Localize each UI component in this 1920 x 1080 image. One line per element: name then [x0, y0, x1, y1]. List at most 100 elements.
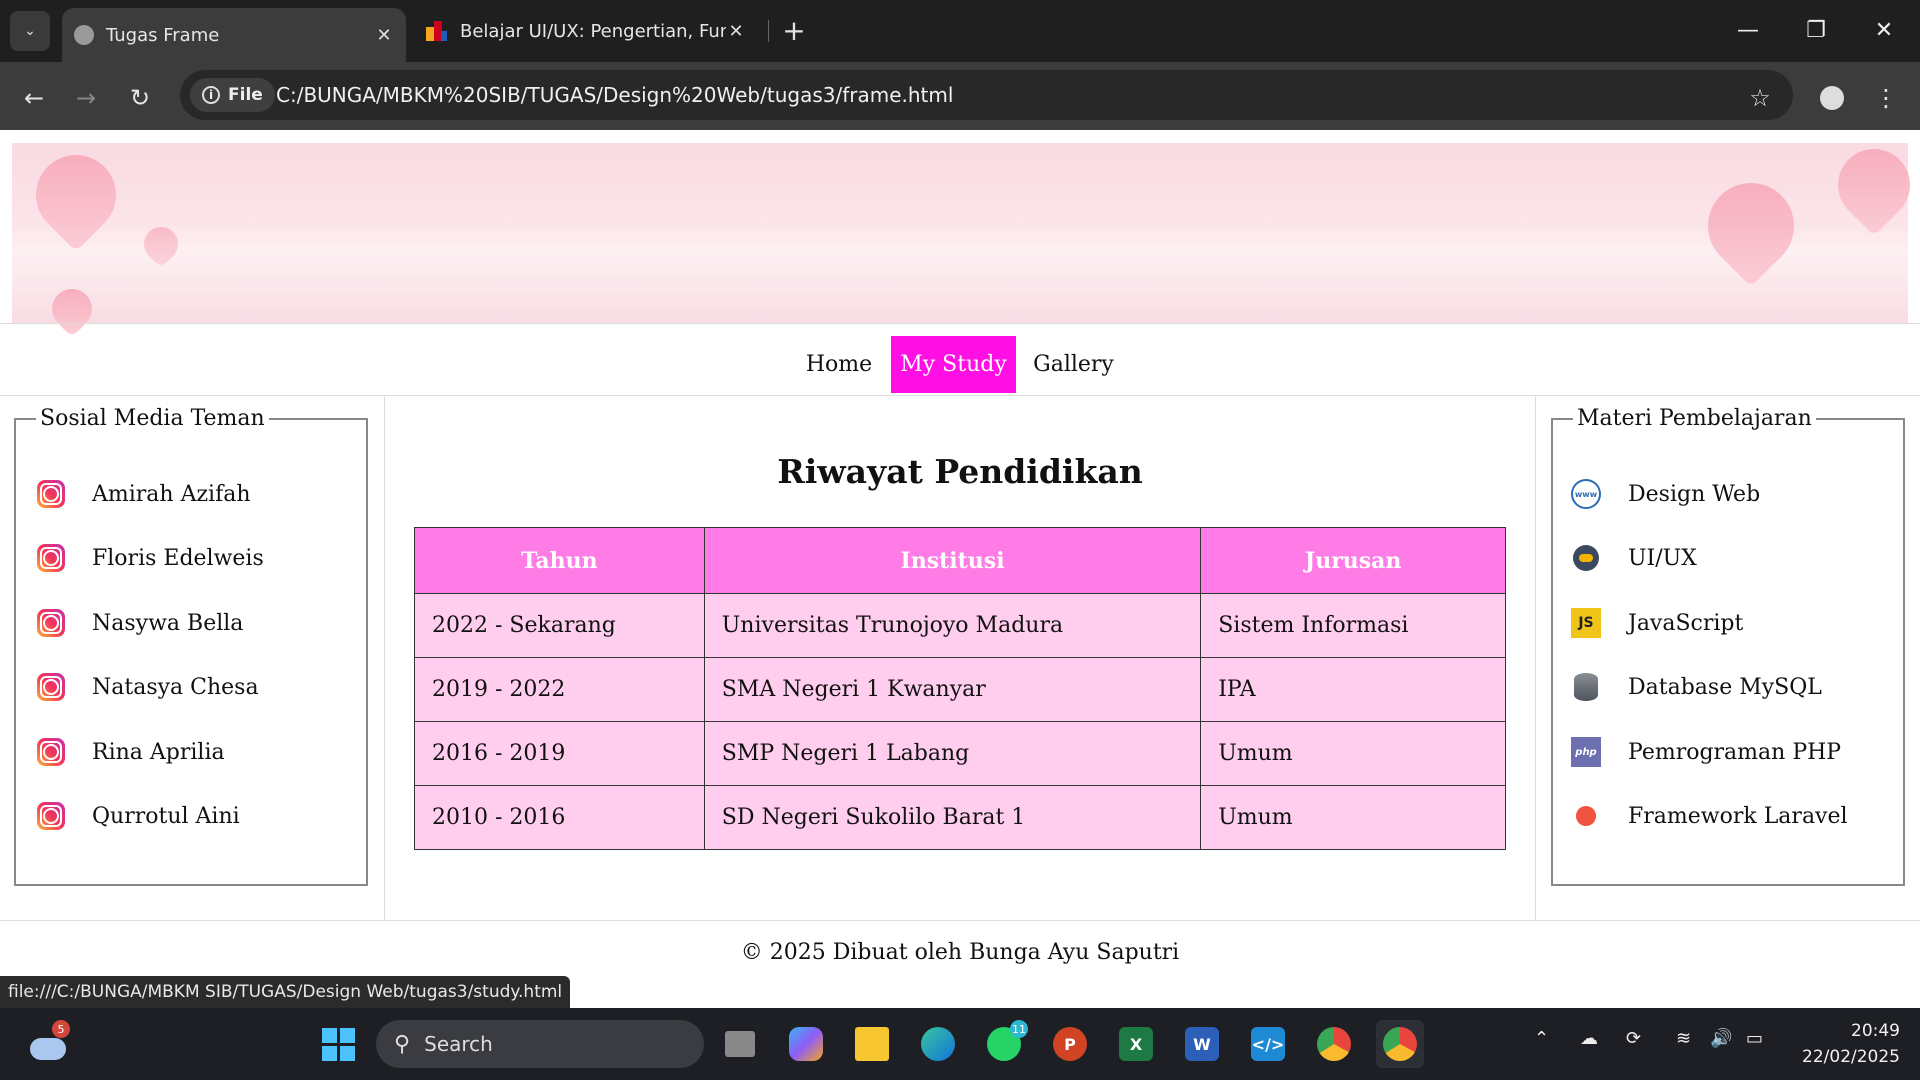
friend-link[interactable]: Amirah Azifah	[37, 474, 251, 514]
material-link[interactable]: JS JavaScript	[1571, 603, 1743, 643]
material-label: Design Web	[1628, 481, 1761, 507]
tab-inactive[interactable]: Belajar UI/UX: Pengertian, Fung ✕	[412, 8, 758, 54]
site-favicon-icon	[424, 19, 448, 43]
php-icon: php	[1571, 737, 1601, 767]
chrome-icon	[1317, 1027, 1351, 1061]
chevron-up-icon[interactable]: ⌃	[1534, 1028, 1549, 1049]
task-view-icon	[725, 1031, 755, 1057]
close-icon: ✕	[1874, 17, 1894, 43]
header-banner	[12, 134, 1920, 338]
heart-decoration	[19, 138, 133, 252]
sync-icon[interactable]: ⟳	[1626, 1028, 1641, 1049]
edge-button[interactable]	[914, 1020, 962, 1068]
task-view-button[interactable]	[716, 1020, 764, 1068]
minimize-icon: —	[1737, 17, 1759, 43]
file-chip-label: File	[228, 85, 263, 105]
friend-link[interactable]: Natasya Chesa	[37, 667, 259, 707]
bookmark-button[interactable]: ☆	[1740, 78, 1780, 118]
vscode-button[interactable]: </>	[1244, 1020, 1292, 1068]
main-nav: Home My Study Gallery	[0, 324, 1920, 396]
whatsapp-button[interactable]: 11	[980, 1020, 1028, 1068]
cell-major: Umum	[1200, 785, 1506, 850]
friend-name: Natasya Chesa	[92, 674, 259, 700]
back-arrow-icon: ←	[23, 84, 45, 112]
table-row: 2022 - Sekarang Universitas Trunojoyo Ma…	[414, 593, 1506, 658]
wifi-icon[interactable]: ≋	[1676, 1028, 1691, 1049]
instagram-icon	[37, 802, 65, 830]
cell-institution: Universitas Trunojoyo Madura	[703, 593, 1202, 658]
reload-button[interactable]: ↻	[120, 78, 160, 118]
weather-widget[interactable]: 5	[24, 1020, 72, 1068]
table-header-row: Tahun Institusi Jurusan	[414, 527, 1506, 594]
friend-name: Rina Aprilia	[92, 739, 225, 765]
material-link[interactable]: www Design Web	[1571, 474, 1760, 514]
education-table: Tahun Institusi Jurusan 2022 - Sekarang …	[414, 527, 1506, 850]
profile-button[interactable]	[1812, 78, 1852, 118]
material-link[interactable]: Framework Laravel	[1571, 796, 1848, 836]
page-title: Riwayat Pendidikan	[777, 452, 1143, 491]
material-link[interactable]: UI/UX	[1571, 538, 1697, 578]
file-explorer-button[interactable]	[848, 1020, 896, 1068]
weather-badge: 5	[52, 1020, 70, 1038]
table-row: 2016 - 2019 SMP Negeri 1 Labang Umum	[414, 721, 1506, 786]
folder-icon	[855, 1027, 889, 1061]
url-text[interactable]: C:/BUNGA/MBKM%20SIB/TUGAS/Design%20Web/t…	[276, 80, 953, 110]
cell-major: IPA	[1200, 657, 1506, 722]
site-info-chip[interactable]: i File	[190, 78, 275, 112]
taskbar-search[interactable]: ⚲ Search	[376, 1020, 704, 1068]
edge-icon	[921, 1027, 955, 1061]
tab-active[interactable]: Tugas Frame ✕	[62, 8, 406, 62]
material-label: UI/UX	[1628, 545, 1697, 571]
copilot-button[interactable]	[782, 1020, 830, 1068]
restore-icon: ❐	[1806, 17, 1826, 43]
word-button[interactable]: W	[1178, 1020, 1226, 1068]
nav-gallery[interactable]: Gallery	[1027, 336, 1120, 393]
cell-major: Umum	[1200, 721, 1506, 786]
weather-icon	[30, 1038, 66, 1060]
powerpoint-button[interactable]: P	[1046, 1020, 1094, 1068]
column-header-major: Jurusan	[1200, 527, 1506, 594]
close-icon[interactable]: ✕	[726, 21, 746, 42]
menu-button[interactable]: ⋮	[1866, 78, 1906, 118]
word-icon: W	[1185, 1027, 1219, 1061]
volume-icon[interactable]: 🔊	[1710, 1028, 1732, 1049]
back-button[interactable]: ←	[14, 78, 54, 118]
close-icon[interactable]: ✕	[374, 25, 394, 46]
clock-date: 22/02/2025	[1802, 1047, 1900, 1067]
status-bar: file:///C:/BUNGA/MBKM SIB/TUGAS/Design W…	[0, 976, 571, 1008]
start-button[interactable]	[314, 1020, 362, 1068]
friend-link[interactable]: Floris Edelweis	[37, 538, 264, 578]
tab-search-button[interactable]: ⌄	[10, 11, 50, 51]
minimize-button[interactable]: —	[1720, 10, 1776, 50]
cloud-icon[interactable]: ☁	[1580, 1028, 1598, 1049]
friend-link[interactable]: Nasywa Bella	[37, 603, 243, 643]
heart-decoration	[1690, 165, 1812, 287]
uiux-icon	[1571, 543, 1601, 573]
nav-home[interactable]: Home	[798, 336, 880, 393]
material-label: JavaScript	[1628, 610, 1744, 636]
excel-button[interactable]: X	[1112, 1020, 1160, 1068]
clock[interactable]: 20:49 22/02/2025	[1790, 1018, 1900, 1070]
chrome-icon	[1383, 1027, 1417, 1061]
cell-major: Sistem Informasi	[1200, 593, 1506, 658]
tab-title: Belajar UI/UX: Pengertian, Fung	[460, 20, 726, 42]
tab-separator	[768, 20, 769, 42]
new-tab-button[interactable]: +	[776, 12, 812, 48]
sidebar-title: Materi Pembelajaran	[1577, 406, 1812, 431]
nav-my-study[interactable]: My Study	[891, 336, 1016, 393]
forward-arrow-icon: →	[75, 84, 97, 112]
chrome-profile-button[interactable]	[1310, 1020, 1358, 1068]
friend-link[interactable]: Rina Aprilia	[37, 732, 225, 772]
table-row: 2010 - 2016 SD Negeri Sukolilo Barat 1 U…	[414, 785, 1506, 850]
divider	[0, 920, 1920, 921]
friend-link[interactable]: Qurrotul Aini	[37, 796, 240, 836]
profile-icon	[1820, 86, 1844, 110]
window-close-button[interactable]: ✕	[1856, 10, 1912, 50]
material-link[interactable]: php Pemrograman PHP	[1571, 732, 1841, 772]
material-link[interactable]: Database MySQL	[1571, 667, 1822, 707]
instagram-icon	[37, 480, 65, 508]
battery-icon[interactable]: ▭	[1746, 1028, 1763, 1049]
forward-button[interactable]: →	[66, 78, 106, 118]
chrome-button[interactable]	[1376, 1020, 1424, 1068]
restore-button[interactable]: ❐	[1788, 10, 1844, 50]
